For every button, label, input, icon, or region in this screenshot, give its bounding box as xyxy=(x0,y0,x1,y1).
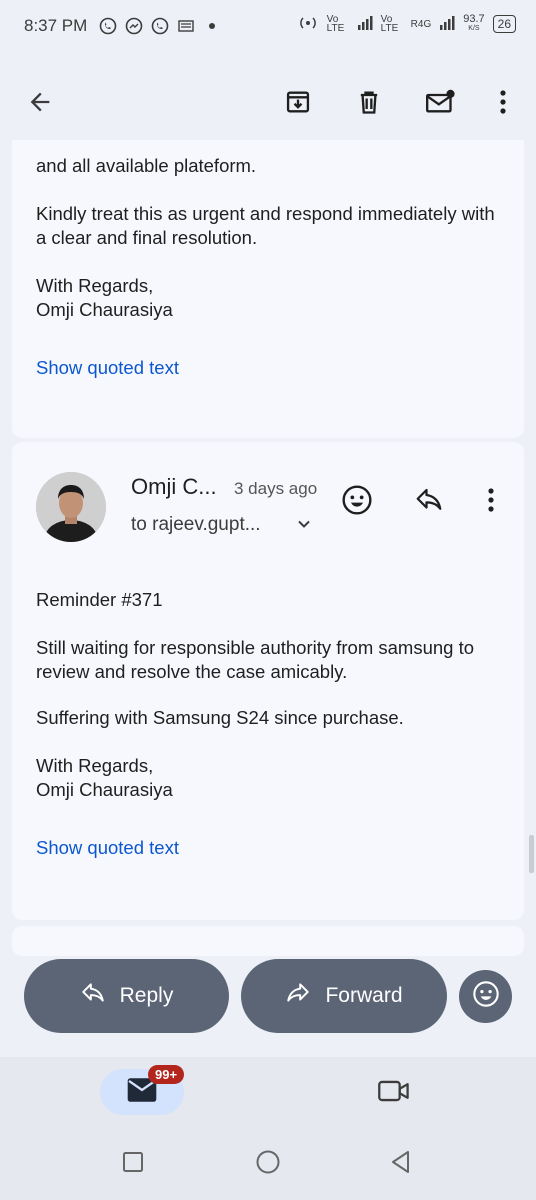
more-vert-icon[interactable] xyxy=(471,480,511,520)
avatar[interactable] xyxy=(36,472,106,542)
messenger-icon xyxy=(124,16,144,36)
message-card-previous: and all available plateform. Kindly trea… xyxy=(12,140,524,438)
scrollbar-thumb[interactable] xyxy=(529,835,534,873)
message-partial-line: and all available plateform. xyxy=(36,155,257,176)
whatsapp-icon xyxy=(150,16,170,36)
news-app-icon xyxy=(176,16,196,36)
show-quoted-text-link[interactable]: Show quoted text xyxy=(36,837,179,859)
back-button[interactable] xyxy=(386,1149,416,1179)
message-paragraph: Suffering with Samsung S24 since purchas… xyxy=(36,707,404,728)
bottom-navigation: 99+ xyxy=(0,1057,536,1200)
message-card-next xyxy=(12,926,524,956)
archive-icon[interactable] xyxy=(280,84,316,120)
reply-label: Reply xyxy=(119,984,174,1007)
whatsapp-icon xyxy=(98,16,118,36)
more-notifications-dot-icon xyxy=(202,16,222,36)
recipient-line[interactable]: to rajeev.gupt... xyxy=(131,514,261,536)
net-speed-unit: K/S xyxy=(468,25,480,32)
square-icon xyxy=(122,1151,144,1178)
notification-icons xyxy=(98,16,222,36)
mark-unread-icon[interactable] xyxy=(422,84,458,120)
home-button[interactable] xyxy=(253,1149,283,1179)
battery-level: 26 xyxy=(492,15,516,33)
net-type-label: R4G xyxy=(410,18,432,30)
forward-label: Forward xyxy=(325,984,403,1007)
message-signoff: With Regards, xyxy=(36,275,154,296)
net-speed: 93.7 K/S xyxy=(463,14,484,34)
status-time: 8:37 PM xyxy=(24,16,88,35)
recents-button[interactable] xyxy=(118,1149,148,1179)
show-quoted-text-link[interactable]: Show quoted text xyxy=(36,357,179,379)
message-signoff: With Regards, xyxy=(36,755,154,776)
forward-icon xyxy=(285,980,311,1012)
message-paragraph: Kindly treat this as urgent and respond … xyxy=(36,203,495,248)
more-vert-icon[interactable] xyxy=(485,84,521,120)
meet-tab[interactable] xyxy=(374,1075,414,1111)
reply-button[interactable]: Reply xyxy=(24,959,229,1033)
message-signature: Omji Chaurasiya xyxy=(36,299,173,320)
message-paragraph: Still waiting for responsible authority … xyxy=(36,637,475,682)
status-bar: 8:37 PM Vo LTE Vo LTE R4G 93.7 K/S 26 xyxy=(0,0,536,56)
video-camera-icon xyxy=(377,1078,411,1109)
sim2-label: Vo LTE xyxy=(380,14,399,34)
hotspot-icon xyxy=(297,15,319,34)
unread-badge: 99+ xyxy=(148,1065,185,1084)
back-arrow-icon[interactable] xyxy=(22,84,58,120)
chevron-down-icon[interactable] xyxy=(296,516,312,537)
forward-button[interactable]: Forward xyxy=(241,959,447,1033)
top-toolbar xyxy=(0,56,536,148)
reply-icon[interactable] xyxy=(409,480,449,520)
triangle-back-icon xyxy=(389,1150,413,1179)
emoji-icon xyxy=(472,980,500,1013)
message-card-latest: Omji C... 3 days ago to rajeev.gupt... R… xyxy=(12,442,524,920)
net-speed-value: 93.7 xyxy=(463,13,485,25)
circle-icon xyxy=(255,1149,281,1180)
status-right: Vo LTE Vo LTE R4G 93.7 K/S 26 xyxy=(297,14,516,34)
add-reaction-icon[interactable] xyxy=(337,480,377,520)
sim1-label: Vo LTE xyxy=(326,14,345,34)
message-paragraph: Reminder #371 xyxy=(36,589,163,610)
signal-icon xyxy=(357,15,373,34)
message-date: 3 days ago xyxy=(234,479,318,498)
sender-name[interactable]: Omji C... xyxy=(131,474,217,500)
add-reaction-button[interactable] xyxy=(459,970,512,1023)
reply-icon xyxy=(80,980,106,1012)
delete-icon[interactable] xyxy=(351,84,387,120)
message-signature: Omji Chaurasiya xyxy=(36,779,173,800)
signal-icon xyxy=(439,15,455,34)
